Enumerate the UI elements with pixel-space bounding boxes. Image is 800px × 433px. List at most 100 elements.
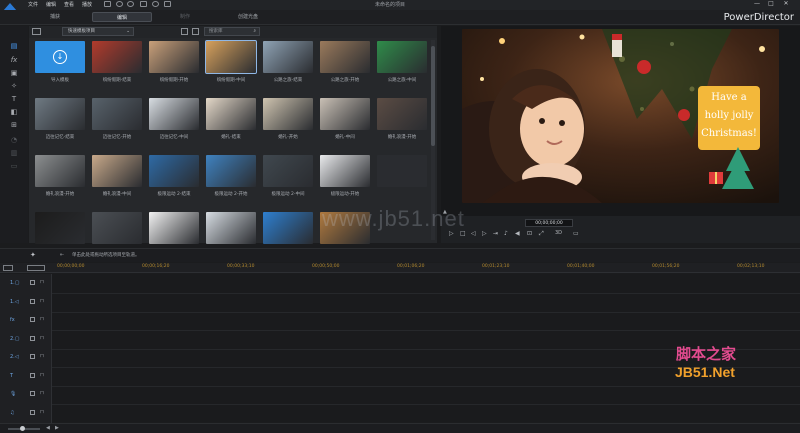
grid-view-icon[interactable] (181, 28, 188, 35)
template-thumbnail[interactable] (377, 41, 427, 73)
template-thumbnail[interactable] (206, 155, 256, 187)
template-thumbnail[interactable] (92, 212, 142, 244)
zoom-slider-knob[interactable] (20, 426, 25, 431)
template-thumbnail[interactable] (92, 41, 142, 73)
template-thumbnail[interactable] (263, 212, 313, 244)
timeline-track[interactable]: 1.▢ ⊓ (0, 274, 800, 294)
lock-icon[interactable]: ⊓ (40, 298, 44, 304)
settings-icon[interactable] (152, 1, 159, 7)
track-enable-checkbox[interactable] (30, 354, 35, 359)
timeline-track[interactable]: fx ⊓ (0, 311, 800, 331)
tab-edit[interactable]: 编辑 (92, 12, 152, 22)
lock-icon[interactable]: ⊓ (40, 353, 44, 359)
undock-icon[interactable]: ▭ (573, 230, 579, 237)
upgrade-icon[interactable] (164, 1, 171, 7)
close-button[interactable]: ✕ (781, 0, 791, 7)
pip-room-icon[interactable]: ▣ (9, 69, 19, 77)
template-thumbnail[interactable] (377, 155, 427, 187)
track-enable-checkbox[interactable] (30, 409, 35, 415)
template-thumbnail[interactable] (320, 98, 370, 130)
template-thumbnail[interactable] (92, 155, 142, 187)
previous-frame-icon[interactable]: ◁ (471, 230, 476, 237)
tab-capture[interactable]: 捕获 (30, 12, 80, 22)
template-label: 极限运动 2-中间 (271, 192, 305, 197)
template-thumbnail[interactable] (320, 41, 370, 73)
template-thumbnail[interactable] (149, 212, 199, 244)
timeline-track[interactable]: 🎙 ⊓ (0, 385, 800, 405)
template-thumbnail[interactable] (149, 41, 199, 73)
timeline-track[interactable]: ♫ ⊓ (0, 403, 800, 424)
track-enable-checkbox[interactable] (30, 317, 35, 322)
tab-produce[interactable]: 制作 (160, 12, 210, 22)
zoom-out-icon[interactable]: ◀ (46, 425, 50, 431)
subtitle-room-icon[interactable]: ▭ (9, 162, 19, 170)
lock-icon[interactable]: ⊓ (40, 409, 44, 415)
timeline-track[interactable]: 1.◁ ⊓ (0, 292, 800, 313)
track-enable-checkbox[interactable] (30, 372, 35, 378)
next-frame-icon[interactable]: ▷ (482, 230, 487, 237)
template-thumbnail[interactable] (320, 155, 370, 187)
import-icon[interactable] (32, 28, 41, 35)
template-thumbnail[interactable] (263, 98, 313, 130)
fullscreen-icon[interactable]: ⤢ (539, 230, 544, 238)
track-enable-checkbox[interactable] (30, 280, 35, 285)
tab-create-disc[interactable]: 创建光盘 (218, 12, 278, 22)
template-thumbnail[interactable] (206, 212, 256, 244)
expand-icon[interactable] (192, 28, 199, 35)
audio-mix-room-icon[interactable]: ⊞ (9, 121, 19, 129)
edit-toolbar: ✦ ⇤ 单击此处或拖动所选项目至轨道。 (0, 248, 800, 262)
lock-icon[interactable]: ⊓ (40, 390, 44, 396)
template-thumbnail[interactable] (206, 98, 256, 130)
audio-icon[interactable]: ♪ (504, 230, 508, 237)
minimize-button[interactable]: — (752, 0, 762, 7)
template-thumbnail[interactable] (35, 212, 85, 244)
fx-room-icon[interactable]: fx (9, 56, 19, 64)
transition-room-icon[interactable]: ◧ (9, 108, 19, 116)
undo-icon[interactable] (116, 1, 123, 7)
template-thumbnail[interactable] (205, 40, 257, 74)
lock-icon[interactable]: ⊓ (40, 372, 44, 378)
menu-view[interactable]: 查看 (64, 1, 74, 8)
magic-wand-icon[interactable]: ✦ (30, 251, 36, 259)
storyboard-view-icon[interactable] (3, 265, 13, 271)
template-thumbnail[interactable] (35, 155, 85, 187)
media-room-icon[interactable]: ▤ (9, 42, 19, 50)
template-thumbnail[interactable] (377, 98, 427, 130)
lock-icon[interactable]: ⊓ (40, 335, 44, 341)
library-search-input[interactable]: 搜索库 ⌕ (204, 27, 260, 36)
import-template-tile[interactable]: ↓ (35, 41, 85, 73)
3d-toggle[interactable]: 3D (555, 230, 562, 236)
maximize-button[interactable]: □ (766, 0, 776, 7)
fast-forward-icon[interactable]: ⇥ (493, 230, 498, 237)
menu-play[interactable]: 播放 (82, 1, 92, 8)
timeline-ruler[interactable]: 00;00;00;00 00;00;16;20 00;00;33;10 00;00;5… (0, 263, 800, 273)
template-thumbnail[interactable] (149, 98, 199, 130)
lock-icon[interactable]: ⊓ (40, 316, 44, 322)
track-enable-checkbox[interactable] (30, 335, 35, 341)
save-icon[interactable] (104, 1, 111, 7)
template-thumbnail[interactable] (35, 98, 85, 130)
lock-icon[interactable]: ⊓ (40, 279, 44, 285)
menu-file[interactable]: 文件 (28, 1, 38, 8)
snapshot-icon[interactable]: ⊡ (527, 230, 532, 237)
chevron-down-icon: ⌄ (126, 29, 130, 34)
template-thumbnail[interactable] (263, 155, 313, 187)
track-enable-checkbox[interactable] (30, 391, 35, 396)
chapter-room-icon[interactable]: ▥ (9, 149, 19, 157)
library-category-dropdown[interactable]: 快速模板项目 ⌄ (62, 27, 134, 36)
timeline-view-icon[interactable] (27, 265, 45, 271)
redo-icon[interactable] (127, 1, 134, 7)
split-icon[interactable]: ⇤ (60, 252, 64, 258)
library-scroll-thumb[interactable] (431, 46, 435, 146)
track-enable-checkbox[interactable] (30, 298, 35, 304)
volume-icon[interactable]: ◀ (515, 230, 520, 237)
title-room-icon[interactable]: T (9, 95, 19, 103)
screen-icon[interactable] (140, 1, 147, 7)
zoom-in-icon[interactable]: ▶ (55, 425, 59, 431)
template-thumbnail[interactable] (92, 98, 142, 130)
voiceover-room-icon[interactable]: ◔ (9, 136, 19, 144)
template-thumbnail[interactable] (149, 155, 199, 187)
menu-edit[interactable]: 编辑 (46, 1, 56, 8)
particle-room-icon[interactable]: ✧ (9, 82, 19, 90)
template-thumbnail[interactable] (263, 41, 313, 73)
